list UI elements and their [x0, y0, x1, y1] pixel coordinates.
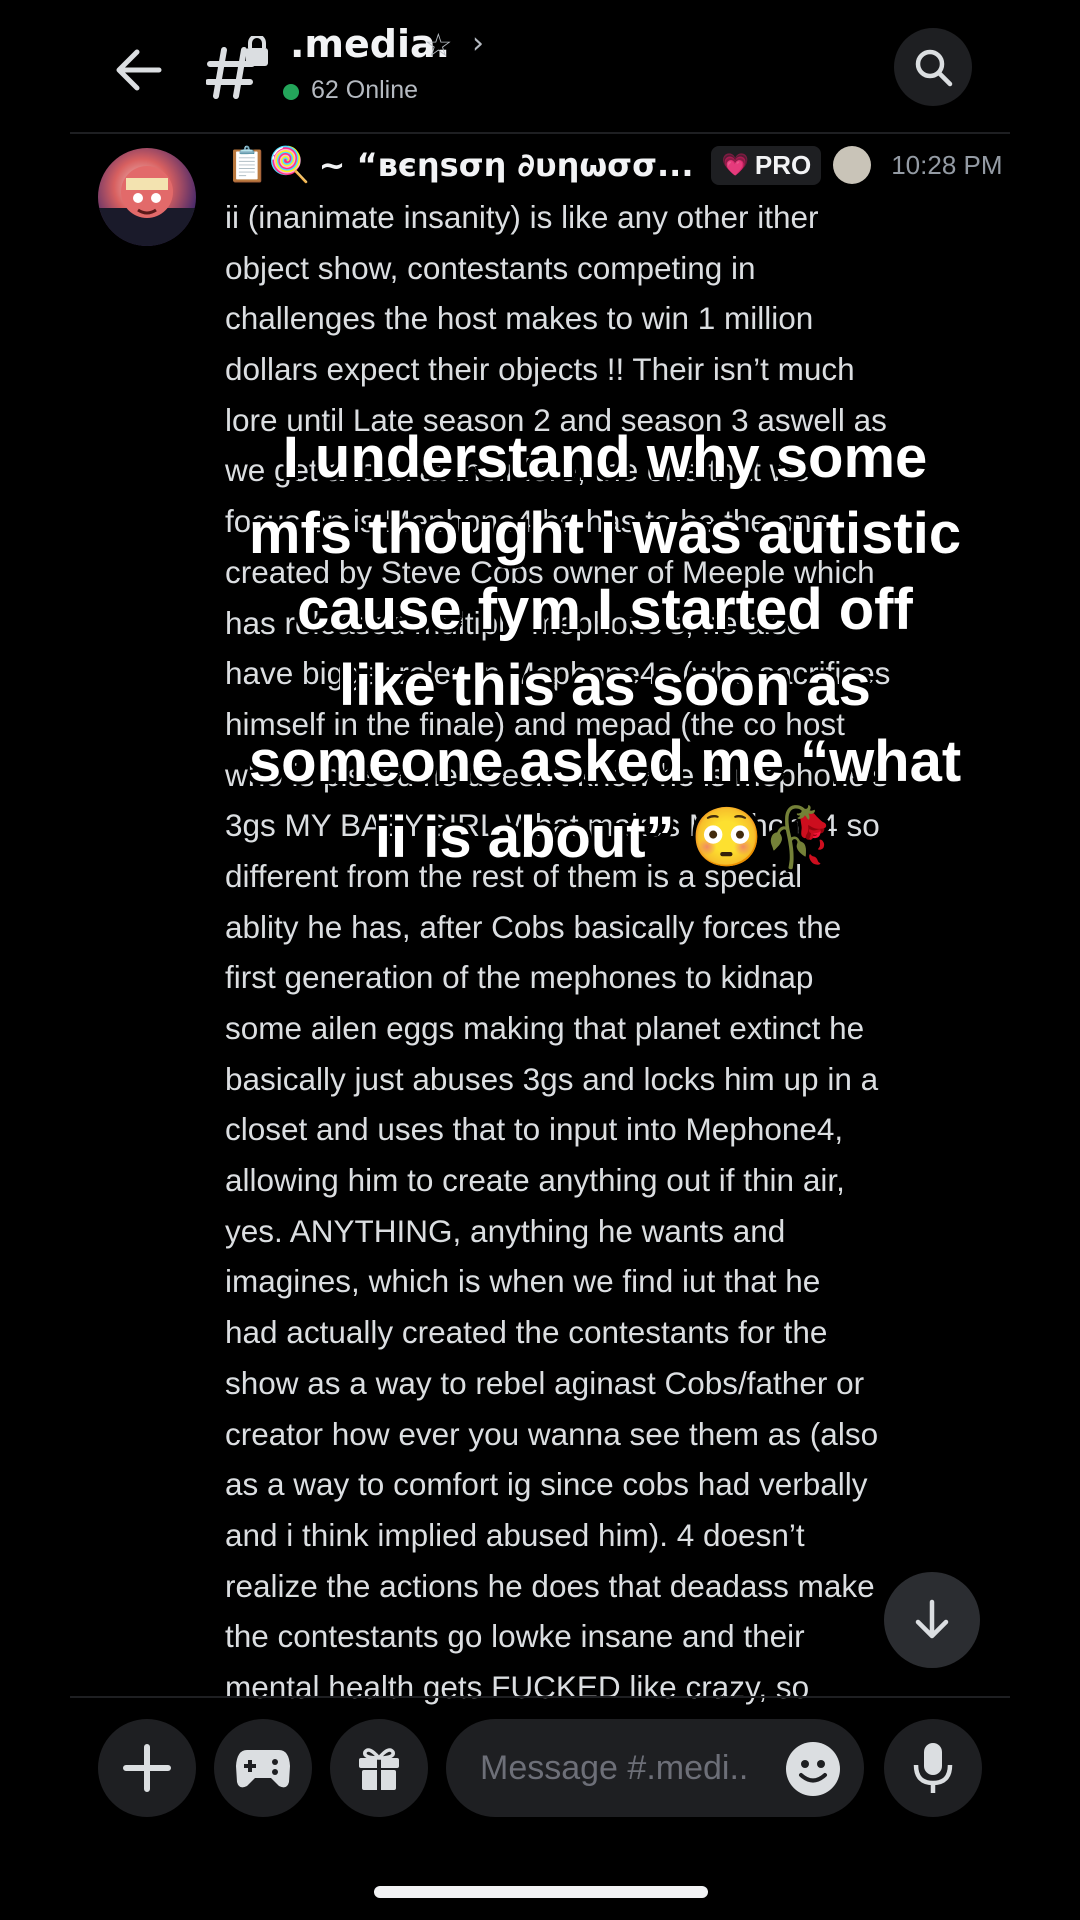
- back-button[interactable]: [108, 40, 168, 100]
- message-input-placeholder: Message #.medi..: [480, 1748, 749, 1787]
- caption-line: cause fym I started off: [297, 577, 913, 642]
- message-line: closet and uses that to input into Mepho…: [225, 1111, 844, 1148]
- online-count: 62 Online: [311, 76, 419, 104]
- microphone-icon: [913, 1743, 953, 1793]
- message-line: had actually created the contestants for…: [225, 1314, 828, 1351]
- voice-message-button[interactable]: [884, 1719, 982, 1817]
- message-author[interactable]: ~ “вєηѕση ∂υηωσσ...: [319, 146, 694, 184]
- caption-line: like this as soon as: [339, 653, 871, 718]
- message-line: and i think implied abused him). 4 doesn…: [225, 1516, 805, 1553]
- text-channel-lock-icon: [205, 34, 272, 102]
- overlay-caption: I understand why some mfs thought i was a…: [200, 420, 1010, 876]
- author-emoji: 📋🍭: [226, 145, 311, 185]
- message-line: challenges the host makes to win 1 milli…: [225, 300, 814, 337]
- message-line: as a way to comfort ig since cobs had ve…: [225, 1466, 868, 1503]
- pro-badge[interactable]: 💗 PRO: [711, 145, 822, 185]
- message-line: yes. ANYTHING, anything he wants and: [225, 1212, 786, 1249]
- caption-line: ii is about” 😳🥀: [374, 805, 836, 870]
- plus-icon: [123, 1744, 171, 1792]
- message-line: dollars expect their objects !! Their is…: [225, 351, 855, 388]
- emoji-icon: [799, 1760, 827, 1783]
- search-icon: [915, 49, 953, 87]
- message-timestamp: 10:28 PM: [891, 149, 1003, 180]
- activities-button[interactable]: [214, 1719, 312, 1817]
- emoji-button[interactable]: [786, 1742, 840, 1796]
- message-line: first generation of the mephones to kidn…: [225, 959, 814, 996]
- home-indicator[interactable]: [374, 1886, 708, 1898]
- gift-icon: [359, 1748, 399, 1790]
- arrow-down-icon: [915, 1599, 949, 1639]
- online-status-dot: [283, 84, 299, 100]
- composer-divider: [70, 1696, 1010, 1698]
- message-line: creator how ever you wanna see them as (…: [225, 1415, 879, 1452]
- heart-icon: 💗: [721, 152, 749, 178]
- message-line: allowing him to create anything out if t…: [225, 1162, 845, 1199]
- message-header: 📋🍭 ~ “вєηѕση ∂υηωσσ... 💗 PRO 10:28 PM: [226, 140, 1003, 190]
- message-line: basically just abuses 3gs and locks him …: [225, 1060, 879, 1097]
- message-line: ablity he has, after Cobs basically forc…: [225, 908, 842, 945]
- gift-button[interactable]: [330, 1719, 428, 1817]
- header-divider: [70, 132, 1010, 134]
- search-button[interactable]: [894, 28, 972, 106]
- message-line: some ailen eggs making that planet extin…: [225, 1010, 865, 1046]
- chevron-right-icon[interactable]: ›: [472, 26, 484, 61]
- message-line: show as a way to rebel aginast Cobs/fath…: [225, 1364, 865, 1401]
- message-line: object show, contestants competing in: [225, 249, 756, 286]
- message-line: imagines, which is when we find iut that…: [225, 1263, 821, 1300]
- star-icon[interactable]: ☆: [424, 26, 453, 64]
- gamepad-icon: [236, 1750, 290, 1788]
- pro-badge-label: PRO: [754, 149, 812, 180]
- add-attachment-button[interactable]: [98, 1719, 196, 1817]
- avatar[interactable]: [98, 148, 196, 246]
- message-line: mental health gets FUCKED like crazy, so: [225, 1668, 810, 1705]
- back-arrow-icon: [116, 49, 162, 91]
- server-badge-icon[interactable]: [833, 146, 872, 184]
- message-line: ii (inanimate insanity) is like any othe…: [225, 199, 819, 235]
- caption-line: mfs thought i was autistic: [248, 501, 962, 566]
- caption-line: I understand why some: [282, 425, 928, 490]
- caption-line: someone asked me “what: [248, 729, 962, 794]
- channel-header: .media. ☆ › 62 Online: [0, 0, 1080, 132]
- jump-to-present-button[interactable]: [884, 1572, 980, 1668]
